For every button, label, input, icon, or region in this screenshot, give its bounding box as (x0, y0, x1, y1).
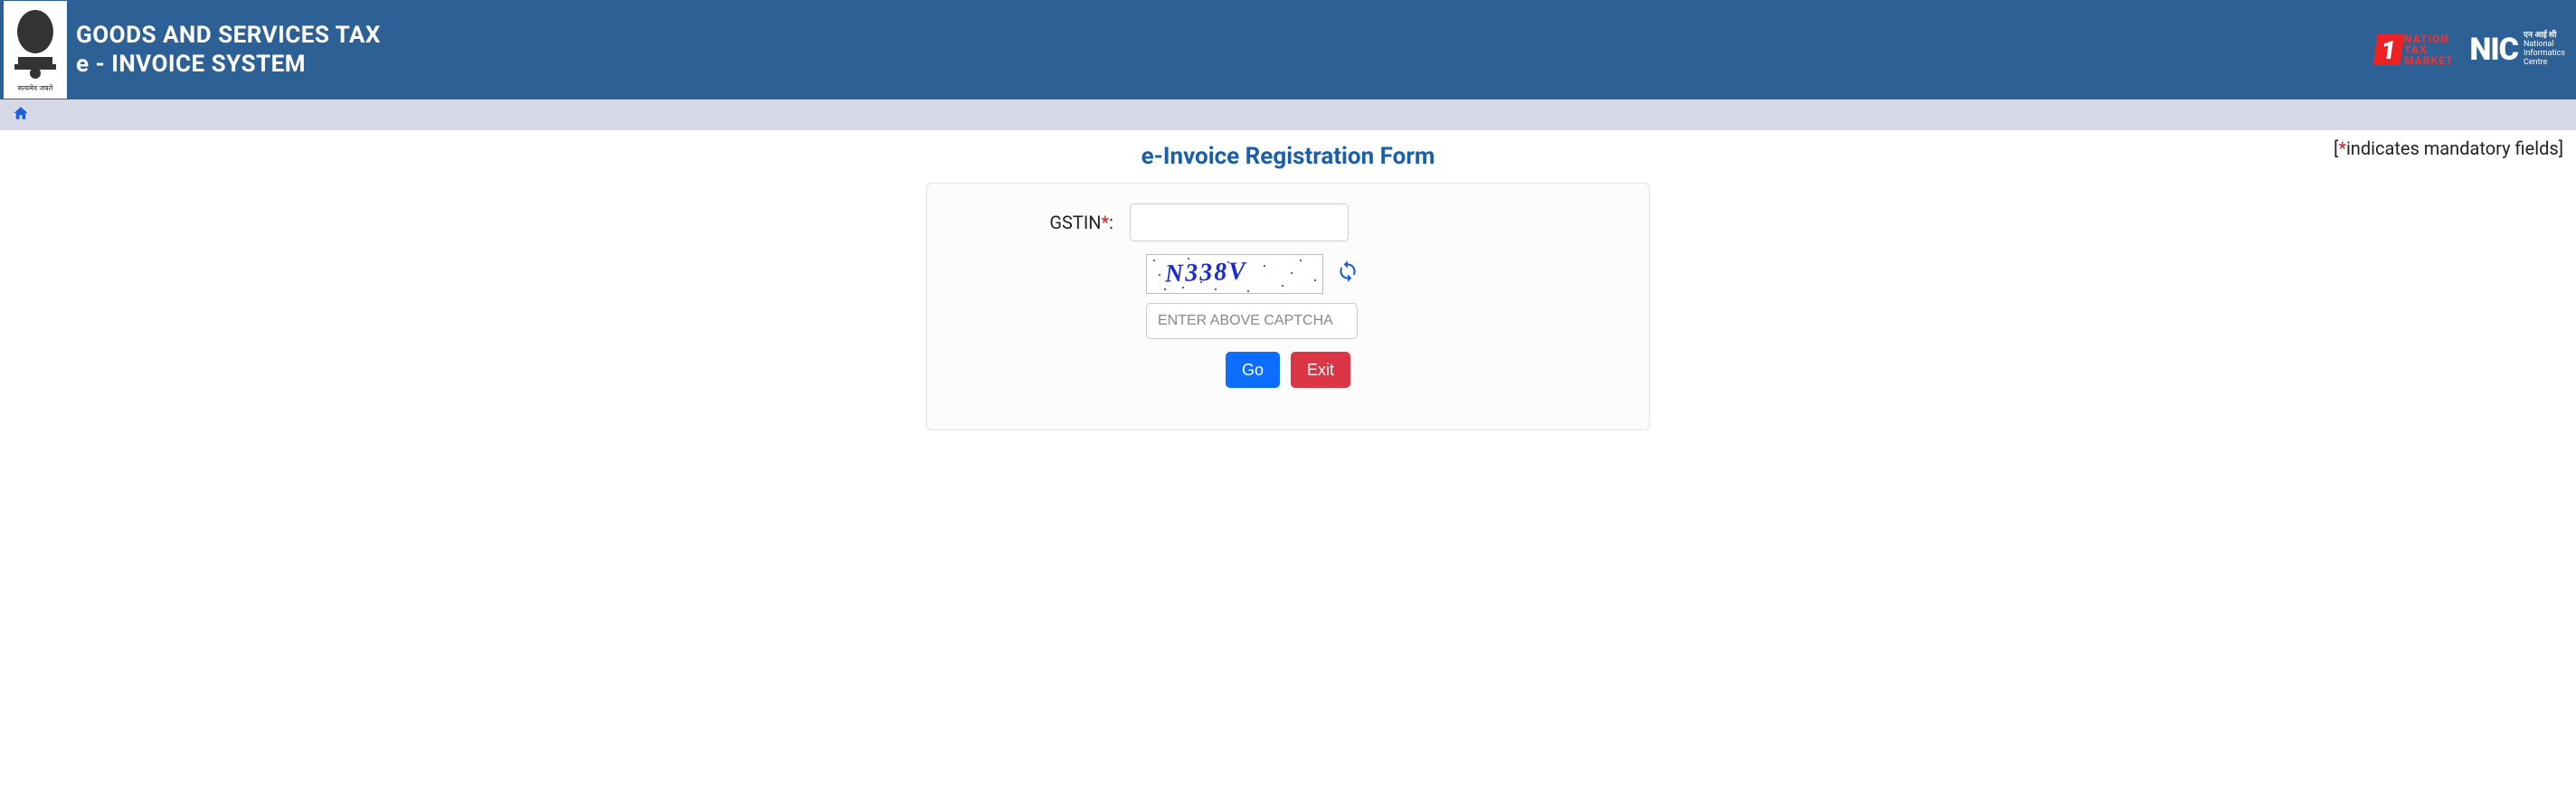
captcha-refresh-icon[interactable] (1336, 260, 1359, 289)
nic-en2: Informatics (2524, 49, 2565, 58)
nav-bar (0, 99, 2576, 130)
site-title: GOODS AND SERVICES TAX e - INVOICE SYSTE… (76, 21, 381, 80)
title-line-2: e - INVOICE SYSTEM (76, 50, 381, 80)
captcha-input-row (1146, 303, 1627, 339)
header-right: 1 NATION TAX MARKET NIC एन आई सी Nationa… (2375, 32, 2565, 68)
button-row: Go Exit (949, 352, 1627, 388)
emblem-icon: सत्यमेव जयते (4, 1, 67, 99)
mandatory-note: [*indicates mandatory fields] (2334, 137, 2563, 159)
gstin-label-text: GSTIN (1049, 212, 1101, 233)
nic-big: NIC (2470, 32, 2518, 68)
captcha-input[interactable] (1146, 303, 1358, 339)
gstin-label: GSTIN*: (949, 212, 1130, 233)
captcha-image: N338V (1146, 254, 1323, 294)
one-nation-tax-market-logo: 1 NATION TAX MARKET (2375, 33, 2454, 66)
main-header: सत्यमेव जयते GOODS AND SERVICES TAX e - … (0, 0, 2576, 99)
ntm-line3: MARKET (2404, 55, 2454, 66)
nic-en1: National (2524, 40, 2554, 49)
mandatory-note-text: indicates mandatory fields (2346, 137, 2559, 159)
nic-logo: NIC एन आई सी National Informatics Centre (2470, 32, 2565, 68)
ntm-text: NATION TAX MARKET (2404, 33, 2454, 66)
title-line-1: GOODS AND SERVICES TAX (76, 21, 381, 51)
exit-button[interactable]: Exit (1291, 352, 1350, 388)
gstin-input[interactable] (1130, 203, 1349, 241)
page-title: e-Invoice Registration Form (13, 143, 2563, 170)
home-icon[interactable] (13, 105, 29, 126)
gstin-row: GSTIN*: (949, 203, 1627, 241)
nic-small: एन आई सी National Informatics Centre (2524, 32, 2565, 68)
captcha-image-row: N338V (1146, 254, 1627, 294)
nic-en3: Centre (2524, 58, 2547, 67)
page-body: [*indicates mandatory fields] e-Invoice … (0, 130, 2576, 430)
ntm-one-icon: 1 (2373, 34, 2405, 65)
header-left: सत्यमेव जयते GOODS AND SERVICES TAX e - … (4, 1, 381, 99)
go-button[interactable]: Go (1226, 352, 1280, 388)
captcha-text: N338V (1164, 257, 1247, 288)
registration-card: GSTIN*: N338V (926, 183, 1650, 430)
svg-text:सत्यमेव जयते: सत्यमेव जयते (18, 83, 53, 92)
